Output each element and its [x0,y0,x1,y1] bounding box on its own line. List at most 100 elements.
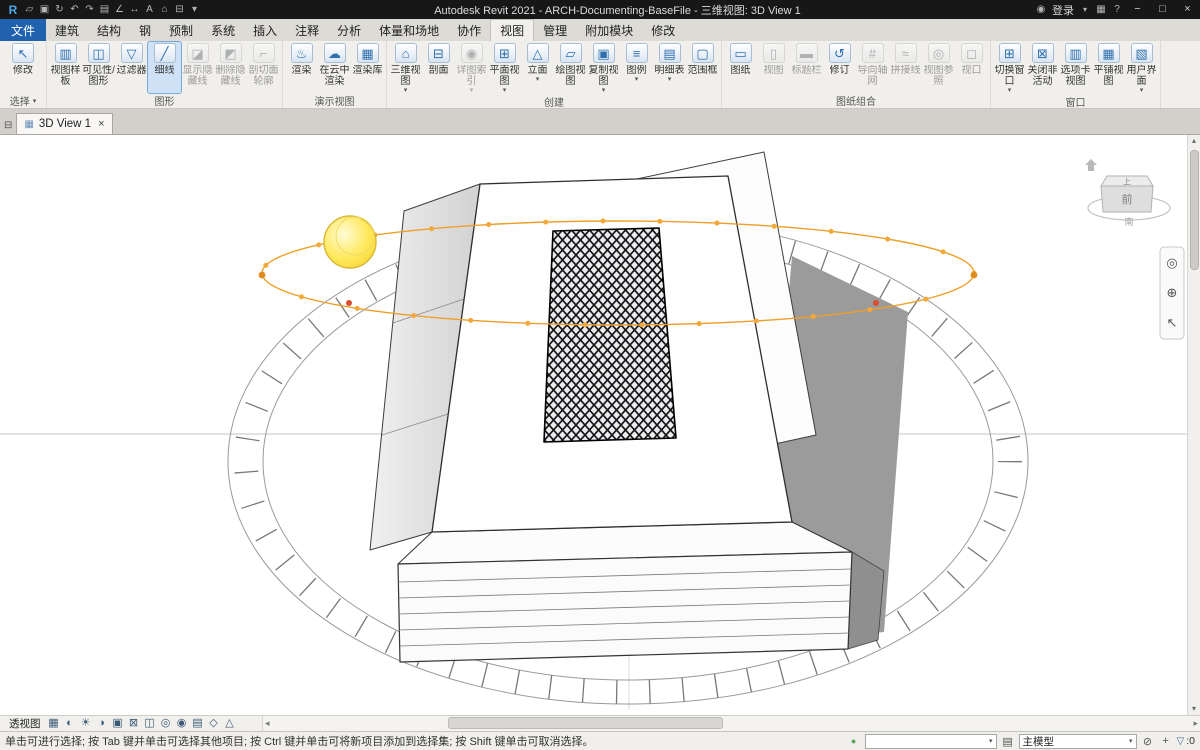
press-drag-icon[interactable] [1159,735,1173,747]
ribbon-button-switch-windows[interactable]: ⊞ 切换窗口 ▾ [993,42,1026,94]
horizontal-scroll-thumb[interactable] [448,717,723,729]
help-icon[interactable]: ? [1109,4,1125,15]
ribbon-button-schedules[interactable]: ▤ 明细表 ▾ [653,42,686,93]
ribbon-button-render-gallery[interactable]: ▦ 渲染库 ▾ [351,42,384,93]
file-menu-button[interactable]: 文件 [0,19,46,41]
ribbon-tab-addins[interactable]: 附加模块 [576,19,642,41]
ribbon-tab-collaborate[interactable]: 协作 [448,19,490,41]
ribbon-tab-manage[interactable]: 管理 [534,19,576,41]
minimize-button[interactable]: − [1125,0,1150,19]
previous-view-icon[interactable]: ↖ [1167,315,1178,330]
podium-front-face[interactable] [397,551,853,663]
scale-button[interactable]: 透视图 [4,716,46,731]
ribbon-tab-massing-site[interactable]: 体量和场地 [370,19,448,41]
3d-view-canvas[interactable]: 上 前 南 ◎ ⊕ ↖ [0,135,1187,715]
view-control-shadows[interactable]: ◑ [94,716,110,731]
ribbon-button-revisions[interactable]: ↺ 修订 ▾ [823,42,856,93]
viewcube-home-icon[interactable] [1085,159,1097,171]
ribbon-button-close-inactive[interactable]: ⊠ 关闭非活动 ▾ [1026,42,1059,93]
vertical-scrollbar[interactable]: ▴ ▾ [1187,135,1200,715]
ribbon-button-modify[interactable]: ↖ 修改 ▾ [2,42,44,93]
qat-button-undo[interactable]: ↶ [67,4,82,15]
ribbon-button-visibility-graphics[interactable]: ◫ 可见性/图形 ▾ [82,42,115,93]
ribbon-tab-structure[interactable]: 结构 [88,19,130,41]
ribbon-button-filters[interactable]: ▽ 过滤器 ▾ [115,42,148,93]
qat-button-print[interactable]: ▤ [97,4,112,15]
building-model[interactable] [369,151,908,663]
qat-button-redo[interactable]: ↷ [82,4,97,15]
ribbon-button-tile-views[interactable]: ▦ 平铺视图 ▾ [1092,42,1125,93]
qat-button-aligned-dimension[interactable]: ↔ [127,4,142,15]
maximize-button[interactable]: □ [1150,0,1175,19]
ribbon-button-plan-views[interactable]: ⊞ 平面视图 ▾ [488,42,521,94]
qat-button-sync-with-central[interactable]: ↻ [52,4,67,15]
ribbon-tab-insert[interactable]: 插入 [244,19,286,41]
view-control-sun-path[interactable]: ☀ [78,716,94,731]
view-control-visual-style[interactable]: ◐ [62,716,78,731]
qat-button-customize[interactable]: ▾ [187,4,202,15]
design-options-icon[interactable] [1001,735,1015,748]
ribbon-button-3d-view[interactable]: ⌂ 三维视图 ▾ [389,42,422,94]
scroll-left-icon[interactable]: ◂ [265,716,270,731]
view-control-detail-level[interactable]: ▦ [46,716,62,731]
ribbon-tab-precast[interactable]: 预制 [160,19,202,41]
qat-button-default-3d-view[interactable]: ⌂ [157,4,172,15]
vertical-scroll-thumb[interactable] [1189,150,1199,270]
ribbon-tab-architecture[interactable]: 建筑 [46,19,88,41]
zoom-icon[interactable]: ⊕ [1167,285,1178,300]
sign-in-dropdown-icon[interactable] [1077,4,1093,15]
ribbon-button-elevation[interactable]: △ 立面 ▾ [521,42,554,93]
sun-path-node[interactable] [970,271,978,279]
qat-button-open[interactable]: ▱ [22,4,37,15]
sun[interactable] [323,215,377,269]
ribbon-tab-analyze[interactable]: 分析 [328,19,370,41]
ribbon-button-thin-lines[interactable]: ╱ 细线 ▾ [147,41,182,94]
ribbon-button-tab-views[interactable]: ▥ 选项卡视图 ▾ [1059,42,1092,93]
panel-label-select[interactable]: 选择 ▾ [2,93,44,108]
sunset-marker[interactable] [873,300,879,306]
scroll-up-icon[interactable]: ▴ [1192,135,1196,147]
views-list-icon[interactable] [4,120,12,131]
navigation-bar[interactable]: ◎ ⊕ ↖ [1159,246,1185,340]
ribbon-tab-modify[interactable]: 修改 [642,19,684,41]
ribbon-button-scope-box[interactable]: ▢ 范围框 ▾ [686,42,719,93]
ribbon-tab-steel[interactable]: 钢 [130,19,160,41]
steering-wheel-icon[interactable]: ◎ [1166,255,1177,270]
qat-button-save[interactable]: ▣ [37,4,52,15]
app-store-icon[interactable] [1093,4,1109,15]
ribbon-tab-systems[interactable]: 系统 [202,19,244,41]
exclude-options-icon[interactable] [1141,735,1155,748]
view-control-temporary-view-properties[interactable]: ▤ [190,716,206,731]
qat-button-section[interactable]: ⊟ [172,4,187,15]
ribbon-button-duplicate-view[interactable]: ▣ 复制视图 ▾ [587,42,620,94]
drawing-area[interactable]: 上 前 南 ◎ ⊕ ↖ ▴ ▾ [0,135,1200,715]
scroll-down-icon[interactable]: ▾ [1192,703,1196,715]
design-option-combo[interactable]: 主模型 ▾ [1018,733,1137,749]
revit-logo[interactable]: R [4,3,22,17]
view-control-highlight-displacement-sets[interactable]: △ [222,716,238,731]
ribbon-button-section[interactable]: ⊟ 剖面 ▾ [422,42,455,93]
worksharing-icon[interactable] [847,735,861,747]
diagrid-panel[interactable] [543,227,677,443]
qat-button-text[interactable]: A [142,4,157,15]
ribbon-button-view-template[interactable]: ▥ 视图样板 ▾ [49,42,82,93]
view-control-show-crop-region[interactable]: ◫ [142,716,158,731]
view-control-crop-view[interactable]: ⊠ [126,716,142,731]
sunrise-marker[interactable] [346,300,352,306]
ribbon-tab-view[interactable]: 视图 [490,19,535,41]
view-control-show-analytical-model[interactable]: ◇ [206,716,222,731]
sign-in-button[interactable]: 登录 [1052,2,1074,18]
ribbon-button-render-in-cloud[interactable]: ☁ 在云中渲染 ▾ [318,42,351,93]
ribbon-button-legends[interactable]: ≡ 图例 ▾ [620,42,653,93]
view-tab-3d-view-1[interactable]: 3D View 1 × [16,113,113,134]
scroll-right-icon[interactable]: ▸ [1193,716,1198,731]
selection-filter-button[interactable]: :0 [1177,735,1195,747]
ribbon-tab-annotate[interactable]: 注释 [286,19,328,41]
ribbon-button-user-interface[interactable]: ▧ 用户界面 ▾ [1125,42,1158,94]
qat-button-measure[interactable]: ∠ [112,4,127,15]
workset-combo[interactable]: ▾ [864,733,997,749]
viewcube[interactable]: 上 前 南 [1085,159,1171,227]
sun-path-node[interactable] [258,271,266,279]
view-control-temporary-hide-isolate[interactable]: ◎ [158,716,174,731]
ribbon-button-drafting-view[interactable]: ▱ 绘图视图 ▾ [554,42,587,93]
